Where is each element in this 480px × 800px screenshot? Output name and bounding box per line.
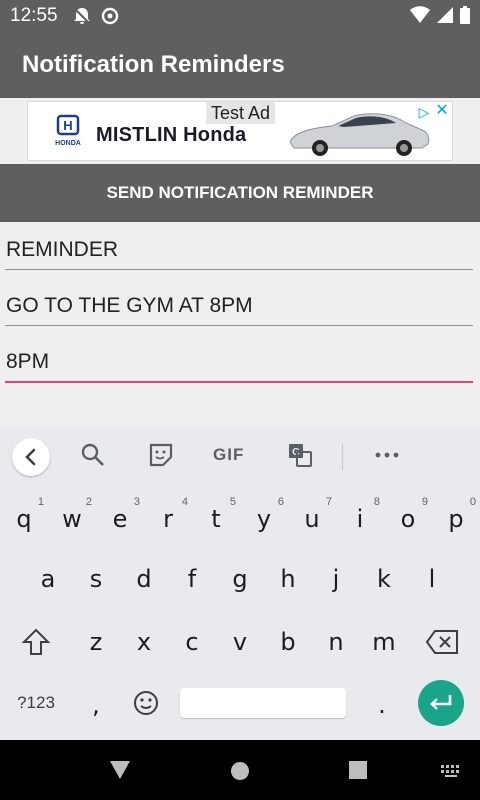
ad-advertiser-name: MISTLIN Honda: [96, 124, 247, 146]
shift-key[interactable]: [12, 617, 60, 667]
key-i[interactable]: i8: [336, 494, 384, 544]
key-l[interactable]: l: [408, 554, 456, 604]
keyboard-collapse-button[interactable]: [12, 438, 50, 476]
reminder-title-field[interactable]: [5, 230, 473, 270]
ad-banner[interactable]: H HONDA MISTLIN Honda Test Ad ▷ ✕: [27, 101, 453, 161]
key-u[interactable]: u7: [288, 494, 336, 544]
signal-icon: [436, 6, 454, 29]
reminder-message-field[interactable]: [5, 286, 473, 326]
app-bar: Notification Reminders: [0, 32, 480, 98]
svg-text:H: H: [63, 118, 72, 133]
ad-area: H HONDA MISTLIN Honda Test Ad ▷ ✕: [0, 98, 480, 164]
key-j[interactable]: j: [312, 554, 360, 604]
key-c[interactable]: c: [168, 617, 216, 667]
key-a[interactable]: a: [24, 554, 72, 604]
shift-arrow-icon: [21, 628, 51, 655]
gif-button[interactable]: GIF: [213, 445, 244, 465]
key-m[interactable]: m: [360, 617, 408, 667]
key-o[interactable]: o9: [384, 494, 432, 544]
status-icons: [410, 6, 470, 29]
home-nav-icon[interactable]: [229, 760, 251, 787]
backspace-key[interactable]: [418, 617, 466, 667]
key-e[interactable]: e3: [96, 494, 144, 544]
sticker-icon[interactable]: [148, 442, 178, 472]
svg-text:HONDA: HONDA: [55, 140, 81, 147]
soft-keyboard: GIF G q1w2e3r4t5y6u7i8o9p0 asdfghjkl zxc…: [0, 428, 480, 740]
car-image: [282, 108, 432, 160]
ad-close-icon[interactable]: ✕: [434, 103, 450, 119]
wifi-icon: [410, 6, 430, 29]
key-hint-4: 4: [181, 496, 188, 508]
key-b[interactable]: b: [264, 617, 312, 667]
ad-info-icon[interactable]: ▷: [416, 104, 432, 120]
key-hint-1: 1: [37, 496, 44, 508]
key-q[interactable]: q1: [0, 494, 48, 544]
space-key[interactable]: [180, 688, 346, 718]
key-hint-0: 0: [469, 496, 476, 508]
status-time: 12:55: [10, 5, 58, 26]
key-n[interactable]: n: [312, 617, 360, 667]
key-hint-6: 6: [277, 496, 284, 508]
symbols-key[interactable]: ?123: [6, 678, 66, 728]
keyboard-toolbar: GIF G: [0, 428, 480, 484]
comma-key[interactable]: ,: [76, 680, 116, 730]
key-d[interactable]: d: [120, 554, 168, 604]
key-v[interactable]: v: [216, 617, 264, 667]
enter-key[interactable]: [418, 680, 464, 726]
enter-arrow-icon: [430, 695, 452, 710]
toolbar-divider: [342, 444, 343, 470]
key-t[interactable]: t5: [192, 494, 240, 544]
key-x[interactable]: x: [120, 617, 168, 667]
search-icon[interactable]: [80, 442, 110, 472]
sync-icon: [100, 6, 120, 31]
key-hint-3: 3: [133, 496, 140, 508]
backspace-icon: [425, 630, 458, 654]
chevron-left-icon: [25, 448, 36, 466]
emoji-key[interactable]: [124, 678, 168, 728]
emoji-icon: [134, 691, 158, 715]
key-s[interactable]: s: [72, 554, 120, 604]
key-y[interactable]: y6: [240, 494, 288, 544]
key-f[interactable]: f: [168, 554, 216, 604]
honda-logo: H HONDA: [50, 114, 86, 153]
battery-icon: [460, 6, 470, 29]
keyboard-switch-icon[interactable]: [440, 764, 462, 783]
send-notification-button[interactable]: SEND NOTIFICATION REMINDER: [0, 164, 480, 222]
recents-nav-icon[interactable]: [348, 760, 368, 785]
key-hint-9: 9: [421, 496, 428, 508]
key-p[interactable]: p0: [432, 494, 480, 544]
key-hint-8: 8: [373, 496, 380, 508]
key-w[interactable]: w2: [48, 494, 96, 544]
translate-icon[interactable]: G: [287, 442, 317, 472]
key-k[interactable]: k: [360, 554, 408, 604]
app-title: Notification Reminders: [22, 51, 285, 78]
reminder-time-field[interactable]: [5, 343, 473, 383]
more-options-icon[interactable]: [374, 442, 404, 472]
key-hint-7: 7: [325, 496, 332, 508]
key-z[interactable]: z: [72, 617, 120, 667]
period-key[interactable]: .: [362, 680, 402, 730]
status-bar: 12:55: [0, 0, 480, 32]
key-g[interactable]: g: [216, 554, 264, 604]
back-nav-icon[interactable]: [109, 760, 131, 785]
key-hint-2: 2: [85, 496, 92, 508]
key-h[interactable]: h: [264, 554, 312, 604]
key-hint-5: 5: [229, 496, 236, 508]
navigation-bar: [0, 740, 480, 800]
key-r[interactable]: r4: [144, 494, 192, 544]
notification-bell-icon: [72, 6, 92, 31]
test-ad-label: Test Ad: [206, 102, 276, 124]
